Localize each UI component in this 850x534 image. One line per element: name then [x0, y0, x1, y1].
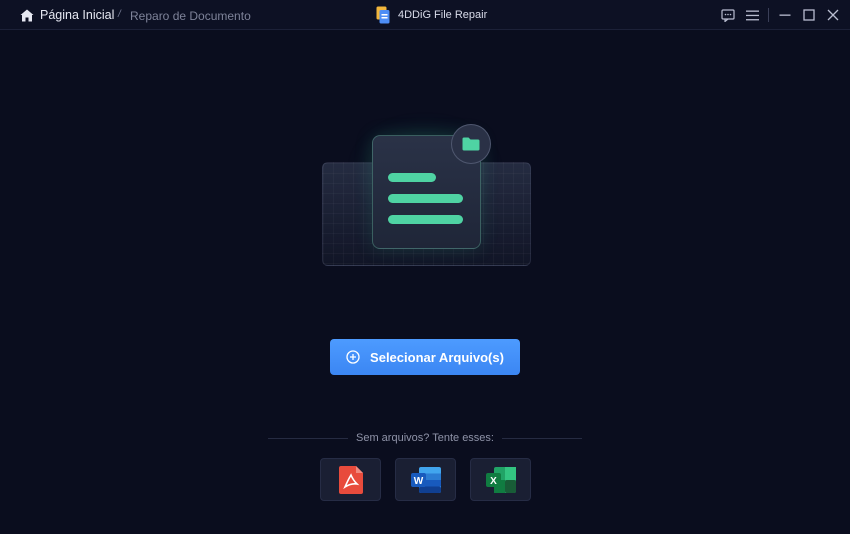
excel-icon: X: [485, 466, 516, 493]
samples-label: Sem arquivos? Tente esses:: [356, 432, 494, 444]
breadcrumb-home-label: Página Inicial: [40, 8, 115, 22]
folder-icon: [462, 137, 480, 151]
maximize-button[interactable]: [801, 7, 817, 23]
folder-badge: [451, 124, 491, 164]
app-title: 4DDiG File Repair: [376, 5, 487, 25]
home-icon: [20, 9, 34, 21]
breadcrumb-separator: /: [118, 9, 121, 20]
excel-icon-letter: X: [490, 476, 497, 487]
sample-excel-button[interactable]: X: [470, 458, 531, 501]
minimize-button[interactable]: [777, 7, 793, 23]
doc-line: [388, 215, 463, 224]
title-bar-divider: [768, 8, 769, 22]
feedback-icon: [721, 8, 735, 22]
doc-line: [388, 173, 436, 182]
select-files-button[interactable]: Selecionar Arquivo(s): [330, 339, 520, 375]
add-circle-icon: [346, 350, 360, 364]
sample-word-button[interactable]: W: [395, 458, 456, 501]
feedback-button[interactable]: [720, 7, 736, 23]
samples-header: Sem arquivos? Tente esses:: [268, 431, 582, 447]
breadcrumb-home[interactable]: Página Inicial: [20, 7, 114, 23]
app-logo-icon: [376, 6, 390, 24]
maximize-icon: [803, 9, 815, 21]
app-title-label: 4DDiG File Repair: [398, 9, 488, 21]
close-button[interactable]: [825, 7, 841, 23]
close-icon: [827, 9, 839, 21]
word-icon-letter: W: [413, 476, 423, 487]
minimize-icon: [779, 14, 791, 16]
doc-line: [388, 194, 463, 203]
menu-icon: [745, 10, 759, 20]
menu-button[interactable]: [744, 7, 760, 23]
breadcrumb-current: Reparo de Documento: [130, 9, 251, 23]
sample-pdf-button[interactable]: [320, 458, 381, 501]
title-bar: Página Inicial / Reparo de Documento 4DD…: [0, 0, 850, 30]
app-window: Página Inicial / Reparo de Documento 4DD…: [0, 0, 850, 534]
pdf-icon: [338, 465, 363, 494]
word-icon: W: [410, 466, 441, 493]
select-files-label: Selecionar Arquivo(s): [370, 349, 504, 365]
